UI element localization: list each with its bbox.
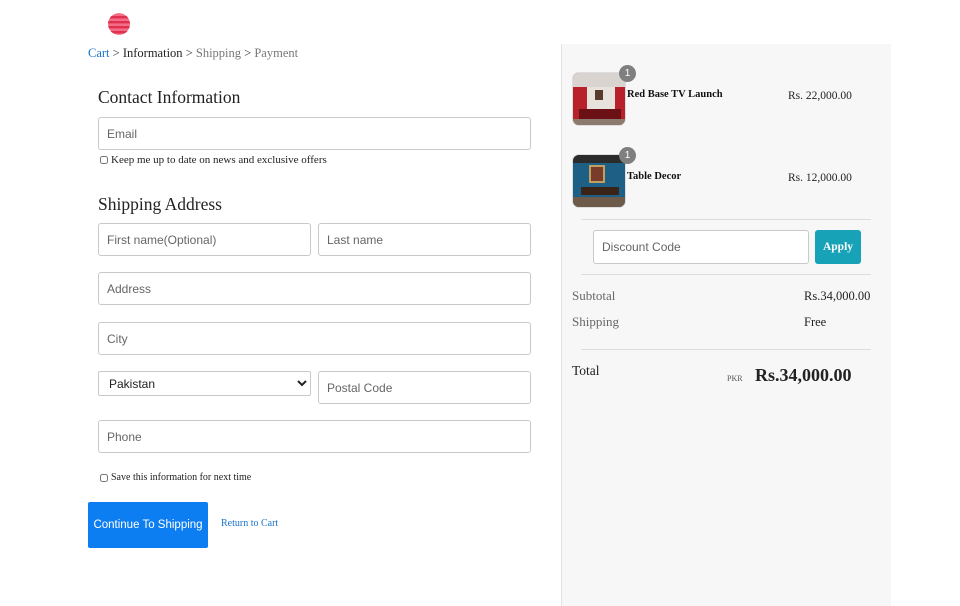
save-info-option: Save this information for next time [100, 472, 251, 483]
newsletter-option: Keep me up to date on news and exclusive… [100, 154, 327, 166]
email-field[interactable] [98, 117, 531, 150]
item-price: Rs. 22,000.00 [788, 90, 852, 102]
summary-divider [581, 274, 871, 275]
total-label: Total [572, 363, 600, 378]
breadcrumb-information: Information [122, 46, 183, 60]
newsletter-label: Keep me up to date on news and exclusive… [111, 154, 327, 166]
phone-field[interactable] [98, 420, 531, 453]
continue-to-shipping-button[interactable]: Continue To Shipping [88, 502, 208, 548]
blue-room-image-icon [573, 155, 625, 207]
breadcrumb-separator: > [185, 46, 193, 60]
breadcrumb: Cart > Information > Shipping > Payment [88, 46, 298, 61]
first-name-field[interactable] [98, 223, 311, 256]
shipping-value: Free [804, 315, 827, 329]
breadcrumb-payment: Payment [254, 46, 299, 60]
product-thumbnail-tv-launch [572, 72, 626, 126]
total-value: Rs.34,000.00 [755, 365, 852, 385]
breadcrumb-separator: > [244, 46, 252, 60]
apply-discount-button[interactable]: Apply [815, 230, 861, 264]
shipping-section-title: Shipping Address [98, 194, 222, 214]
city-field[interactable] [98, 322, 531, 355]
item-quantity-badge: 1 [619, 65, 636, 82]
item-price: Rs. 12,000.00 [788, 172, 852, 184]
summary-divider [581, 219, 871, 220]
newsletter-checkbox[interactable] [100, 156, 108, 164]
summary-divider [581, 349, 871, 350]
contact-section-title: Contact Information [98, 87, 241, 107]
save-info-label: Save this information for next time [111, 472, 252, 483]
breadcrumb-separator: > [112, 46, 120, 60]
striped-globe-logo-icon [108, 13, 130, 35]
address-field[interactable] [98, 272, 531, 305]
shipping-label: Shipping [572, 314, 619, 329]
item-name: Red Base TV Launch [627, 89, 723, 100]
breadcrumb-cart-link[interactable]: Cart [88, 46, 110, 60]
discount-code-field[interactable] [593, 230, 809, 264]
breadcrumb-shipping: Shipping [195, 46, 242, 60]
subtotal-value: Rs.34,000.00 [804, 289, 871, 303]
product-thumbnail-table-decor [572, 154, 626, 208]
item-quantity-badge: 1 [619, 147, 636, 164]
red-room-image-icon [573, 73, 625, 125]
postal-code-field[interactable] [318, 371, 531, 404]
country-select[interactable]: Pakistan [98, 371, 311, 396]
item-name: Table Decor [627, 171, 682, 182]
brand-logo[interactable] [108, 13, 130, 35]
last-name-field[interactable] [318, 223, 531, 256]
currency-code: PKR [727, 374, 743, 383]
save-info-checkbox[interactable] [100, 473, 108, 482]
return-to-cart-link[interactable]: Return to Cart [221, 518, 278, 529]
subtotal-label: Subtotal [572, 288, 616, 303]
